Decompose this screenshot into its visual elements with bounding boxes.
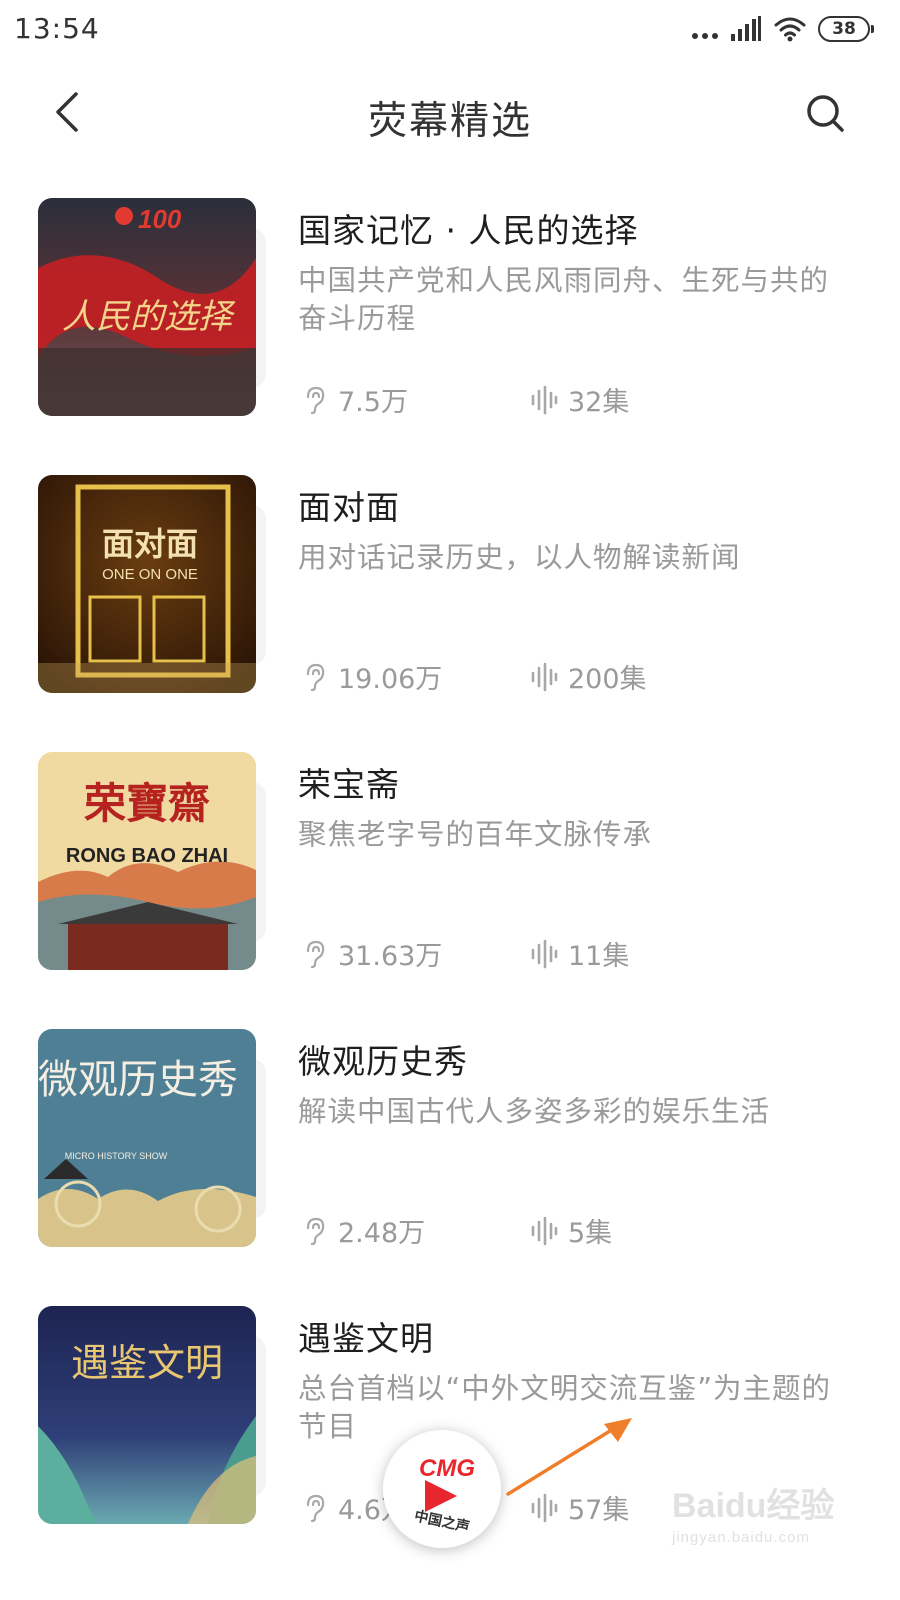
play-count-value: 19.06万 — [338, 664, 443, 695]
search-button[interactable] — [798, 86, 854, 142]
play-count-value: 7.5万 — [338, 387, 408, 418]
status-icons: 38 — [692, 16, 874, 42]
annotation-arrow — [506, 1418, 632, 1496]
station-label: 中国之声 — [413, 1507, 471, 1535]
episode-count: 200集 — [530, 657, 647, 696]
search-icon — [807, 95, 844, 132]
status-bar: 13:54 38 — [0, 0, 900, 62]
watermark-title: Baidu经验 — [672, 1487, 835, 1525]
cover-badge: 100 — [138, 204, 182, 234]
page-title: 荧幕精选 — [367, 99, 532, 144]
program-stats: 2.48万 5集 — [298, 1211, 858, 1251]
program-description: 解读中国古代人多姿多彩的娱乐生活 — [298, 1095, 771, 1128]
more-dots-icon — [692, 17, 718, 41]
cover-image-5: 遇鉴文明 — [38, 1306, 256, 1524]
program-item[interactable]: 100 人民的选择 国家记忆 · 人民的选择 中国共产党和人民风雨同舟、生死与共… — [0, 198, 900, 475]
program-description: 聚焦老字号的百年文脉传承 — [298, 818, 653, 851]
cover-subtext: MICRO HISTORY SHOW — [65, 1151, 168, 1161]
cover-text: 面对面 — [102, 525, 198, 563]
signal-icon — [731, 16, 761, 41]
program-item[interactable]: 面对面 ONE ON ONE 面对面 用对话记录历史，以人物解读新闻 19.06… — [0, 475, 900, 752]
audio-wave-icon — [531, 1216, 558, 1245]
cover-text: 微观历史秀 — [38, 1057, 238, 1103]
play-count: 2.48万 — [302, 1211, 425, 1250]
watermark-url: jingyan.baidu.com — [672, 1529, 810, 1546]
cover: 微观历史秀 MICRO HISTORY SHOW — [38, 1029, 270, 1247]
ear-icon — [306, 386, 325, 414]
program-title: 荣宝斋 — [298, 765, 400, 804]
program-title: 微观历史秀 — [298, 1042, 468, 1081]
episode-count-value: 11集 — [568, 941, 630, 972]
ear-icon — [306, 1494, 325, 1522]
cover-text: 人民的选择 — [62, 297, 236, 337]
cover-subtext: ONE ON ONE — [102, 566, 198, 583]
episode-count-value: 5集 — [568, 1218, 613, 1249]
cover-image-1: 100 人民的选择 — [38, 198, 256, 416]
episode-count: 5集 — [530, 1211, 612, 1250]
cover: 荣寶齋 RONG BAO ZHAI — [38, 752, 270, 970]
episode-count: 11集 — [530, 934, 629, 973]
cover-text: 荣寶齋 — [84, 779, 210, 828]
ear-icon — [306, 940, 325, 968]
play-count-value: 2.48万 — [338, 1218, 426, 1249]
audio-wave-icon — [531, 662, 558, 691]
program-stats: 19.06万 200集 — [298, 657, 858, 697]
episode-count-value: 200集 — [568, 664, 647, 695]
cmg-logo: CMG — [419, 1455, 475, 1482]
battery-level: 38 — [832, 19, 856, 39]
cover-text: 遇鉴文明 — [71, 1341, 223, 1385]
cover: 面对面 ONE ON ONE — [38, 475, 270, 693]
header: 荧幕精选 — [0, 70, 900, 160]
episode-count-value: 32集 — [568, 387, 630, 418]
program-title: 遇鉴文明 — [298, 1319, 434, 1358]
ear-icon — [306, 1217, 325, 1245]
program-item[interactable]: 荣寶齋 RONG BAO ZHAI 荣宝斋 聚焦老字号的百年文脉传承 31.63… — [0, 752, 900, 1029]
cover: 遇鉴文明 — [38, 1306, 270, 1524]
episode-count: 32集 — [530, 380, 629, 419]
cover: 100 人民的选择 — [38, 198, 270, 416]
play-count: 7.5万 — [302, 380, 408, 419]
wifi-icon — [774, 17, 806, 42]
status-time: 13:54 — [14, 12, 100, 45]
cover-image-3: 荣寶齋 RONG BAO ZHAI — [38, 752, 256, 970]
program-item[interactable]: 微观历史秀 MICRO HISTORY SHOW 微观历史秀 解读中国古代人多姿… — [0, 1029, 900, 1306]
program-stats: 7.5万 32集 — [298, 380, 858, 420]
watermark: Baidu经验 jingyan.baidu.com — [672, 1478, 872, 1558]
cover-image-4: 微观历史秀 MICRO HISTORY SHOW — [38, 1029, 256, 1247]
audio-wave-icon — [531, 385, 558, 414]
play-count: 31.63万 — [302, 934, 442, 973]
play-count: 19.06万 — [302, 657, 442, 696]
play-icon — [425, 1480, 457, 1512]
audio-wave-icon — [531, 939, 558, 968]
play-count-value: 31.63万 — [338, 941, 443, 972]
program-description: 用对话记录历史，以人物解读新闻 — [298, 541, 741, 574]
program-description: 中国共产党和人民风雨同舟、生死与共的奋斗历程 — [298, 264, 830, 335]
program-title: 国家记忆 · 人民的选择 — [298, 211, 639, 250]
program-title: 面对面 — [298, 488, 400, 527]
program-stats: 31.63万 11集 — [298, 934, 858, 974]
ear-icon — [306, 663, 325, 691]
program-list: 100 人民的选择 国家记忆 · 人民的选择 中国共产党和人民风雨同舟、生死与共… — [0, 198, 900, 1583]
battery-icon: 38 — [818, 16, 874, 42]
cover-image-2: 面对面 ONE ON ONE — [38, 475, 256, 693]
mini-player-button[interactable]: CMG 中国之声 — [383, 1430, 501, 1548]
cover-subtext: RONG BAO ZHAI — [66, 845, 228, 867]
